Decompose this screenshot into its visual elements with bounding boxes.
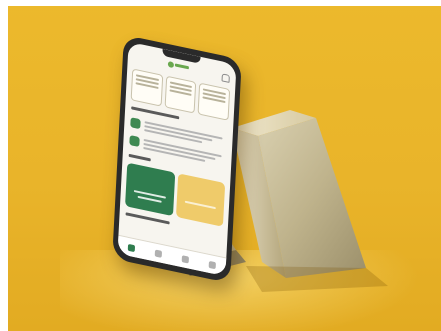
orders-icon[interactable]: [181, 254, 190, 264]
leaf-logo-icon: [167, 60, 189, 72]
bell-icon[interactable]: [221, 73, 230, 83]
feature-card-yellow[interactable]: [175, 173, 226, 227]
product-photo-scene: [0, 0, 441, 331]
smartphone: [112, 34, 242, 284]
stand-shadow: [246, 266, 388, 292]
card-icon: [130, 117, 141, 130]
profile-icon[interactable]: [208, 260, 216, 269]
home-icon[interactable]: [127, 243, 136, 252]
promo-card[interactable]: [164, 75, 197, 114]
chat-icon: [129, 135, 140, 148]
promo-card[interactable]: [130, 68, 163, 107]
catalog-icon[interactable]: [154, 249, 163, 258]
feature-card-green[interactable]: [125, 162, 175, 217]
phone-screen: [117, 41, 237, 277]
promo-card[interactable]: [197, 82, 231, 121]
section-heading-blurred: [128, 153, 151, 164]
